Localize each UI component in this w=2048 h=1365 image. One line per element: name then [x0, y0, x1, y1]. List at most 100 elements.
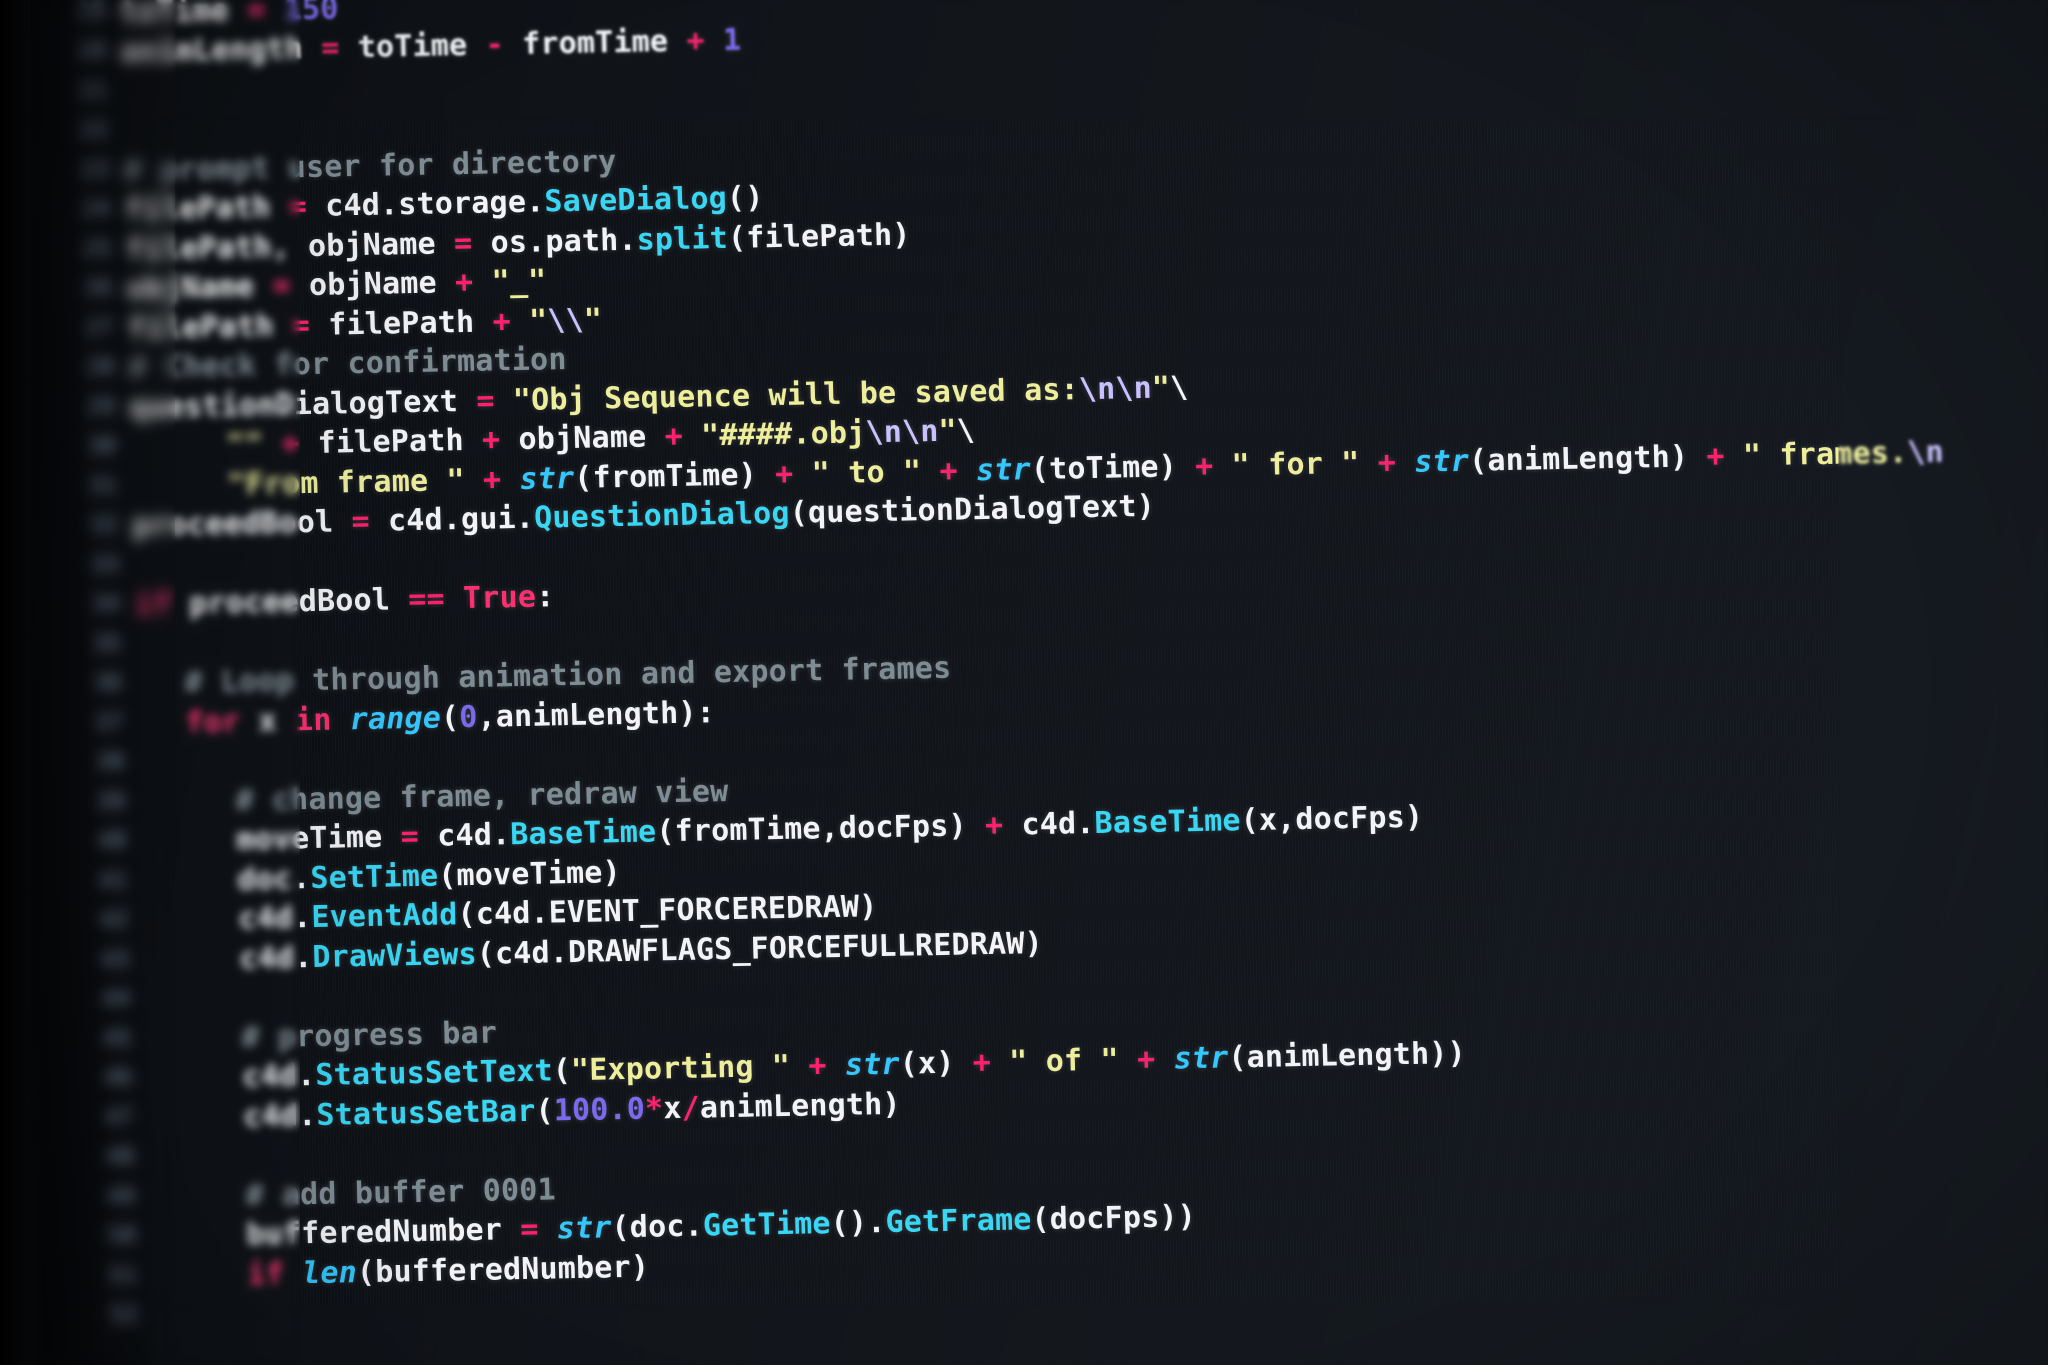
line-number: 41	[98, 867, 128, 894]
code-area[interactable]: fromTime = 0 toTime = 150animLength = toT…	[118, 0, 2048, 1365]
code-token: (fromTime)	[573, 456, 776, 496]
line-number: 49	[106, 1182, 136, 1210]
code-token: BaseTime	[1094, 803, 1242, 841]
code-token: " of "	[1008, 1042, 1138, 1080]
code-token: # change frame, redraw view	[234, 773, 729, 818]
code-token: " to "	[811, 453, 940, 491]
code-token: "	[938, 413, 958, 449]
code-token: bufferedNumber	[245, 1212, 521, 1253]
code-token: ()	[726, 180, 764, 216]
code-token: =	[519, 1211, 558, 1248]
code-token: doc.	[236, 860, 311, 897]
code-token: "Exporting "	[570, 1048, 809, 1089]
code-token: +	[1377, 444, 1415, 480]
code-token: 0	[458, 699, 478, 735]
code-token: c4d.	[238, 939, 313, 976]
code-token: moveTime	[235, 819, 402, 858]
line-number: 40	[97, 827, 127, 855]
code-token: (doc.	[611, 1208, 704, 1246]
code-line[interactable]: if proceedBool == True:	[133, 579, 555, 623]
code-token: (fromTime,docFps)	[655, 808, 986, 850]
code-token: # Check for confirmation	[127, 342, 568, 386]
code-line[interactable]: # Loop through animation and export fram…	[184, 651, 952, 701]
code-token: filePath	[317, 422, 483, 461]
code-token: (questionDialogText)	[789, 488, 1156, 531]
code-token: (bufferedNumber)	[356, 1249, 650, 1290]
line-number: 25	[82, 235, 112, 262]
code-token: -	[485, 26, 523, 63]
code-token: x	[257, 702, 296, 739]
code-token: +	[481, 421, 519, 458]
code-token: 1	[722, 22, 742, 58]
code-line[interactable]: # change frame, redraw view	[234, 773, 729, 818]
line-number: 20	[77, 37, 107, 65]
code-line[interactable]: # prompt user for directory	[123, 144, 617, 188]
code-token: (c4d.DRAWFLAGS_FORCEFULLREDRAW)	[476, 925, 1044, 972]
code-token: \n\n	[865, 413, 939, 451]
code-line[interactable]: animLength = toTime - fromTime + 1	[119, 22, 742, 70]
code-token: =	[400, 818, 438, 855]
line-number: 44	[101, 985, 131, 1013]
code-line[interactable]: objName = objName + "_"	[125, 263, 547, 307]
line-number: 22	[79, 116, 109, 144]
code-line[interactable]: c4d.DrawViews(c4d.DRAWFLAGS_FORCEFULLRED…	[238, 925, 1044, 976]
line-number: 48	[105, 1143, 135, 1171]
code-line[interactable]: if len(bufferedNumber)	[247, 1249, 650, 1292]
code-token: c4d.	[241, 1057, 316, 1095]
code-token: 100.0	[553, 1091, 646, 1128]
code-token: =	[453, 224, 492, 261]
line-number: 42	[99, 906, 129, 934]
code-token: (docFps))	[1031, 1199, 1197, 1238]
code-token: filePath	[123, 189, 290, 228]
line-number: 29	[86, 393, 116, 420]
code-token: /	[681, 1090, 701, 1126]
code-line[interactable]: filePath, objName = os.path.split(filePa…	[125, 217, 911, 267]
code-line[interactable]: c4d.StatusSetBar(100.0*x/animLength)	[243, 1086, 902, 1134]
code-line[interactable]: toTime = 150	[119, 0, 339, 30]
code-token: +	[492, 303, 530, 339]
code-token: os.path.	[490, 222, 638, 260]
code-line[interactable]: doc.SetTime(moveTime)	[236, 855, 621, 897]
code-token: filePath	[327, 303, 494, 343]
code-token: +	[280, 425, 319, 462]
code-token: objName	[125, 268, 273, 307]
code-token: +	[482, 461, 520, 498]
code-token: str	[844, 1046, 901, 1083]
code-token: "From frame "	[226, 462, 484, 503]
line-number: 45	[102, 1025, 132, 1052]
code-line[interactable]: # add buffer 0001	[245, 1172, 556, 1213]
code-editor-screen: 1819202122232425262728293031323334353637…	[0, 0, 2048, 1365]
code-line[interactable]: filePath = filePath + "\\"	[127, 302, 603, 346]
line-number: 26	[83, 274, 113, 302]
code-line[interactable]: filePath = c4d.storage.SaveDialog()	[123, 180, 764, 228]
code-token: +	[939, 452, 977, 489]
code-line[interactable]: for x in range(0,animLength):	[185, 694, 716, 740]
code-token: if	[133, 586, 190, 623]
code-token: fromTime	[521, 23, 687, 62]
code-token: GetFrame	[885, 1202, 1032, 1241]
code-token: =	[475, 382, 514, 419]
code-token: questionDialogText	[128, 383, 477, 425]
line-number: 43	[100, 946, 130, 973]
code-token: animLength	[119, 30, 322, 70]
code-token: str	[1413, 443, 1470, 480]
code-token: str	[1173, 1040, 1229, 1077]
code-token: animLength)	[699, 1086, 902, 1126]
code-token: (x,docFps)	[1240, 799, 1424, 839]
code-token: \\	[546, 302, 585, 338]
code-token: ,animLength):	[477, 694, 716, 735]
code-token: "	[528, 302, 548, 339]
code-token: :	[535, 579, 555, 615]
line-number: 33	[90, 551, 120, 578]
code-token: # progress bar	[240, 1014, 498, 1055]
code-token: c4d.gui.	[387, 500, 535, 539]
code-line[interactable]: # Check for confirmation	[127, 342, 568, 386]
code-line[interactable]: c4d.EventAdd(c4d.EVENT_FORCEREDRAW)	[238, 889, 878, 936]
line-number: 50	[107, 1222, 137, 1249]
code-token: (x)	[899, 1045, 974, 1082]
code-token: objName	[518, 419, 666, 457]
code-token: True	[462, 579, 537, 617]
code-token: +	[774, 455, 813, 492]
code-line[interactable]: # progress bar	[240, 1014, 498, 1055]
code-token: +	[1136, 1041, 1175, 1078]
